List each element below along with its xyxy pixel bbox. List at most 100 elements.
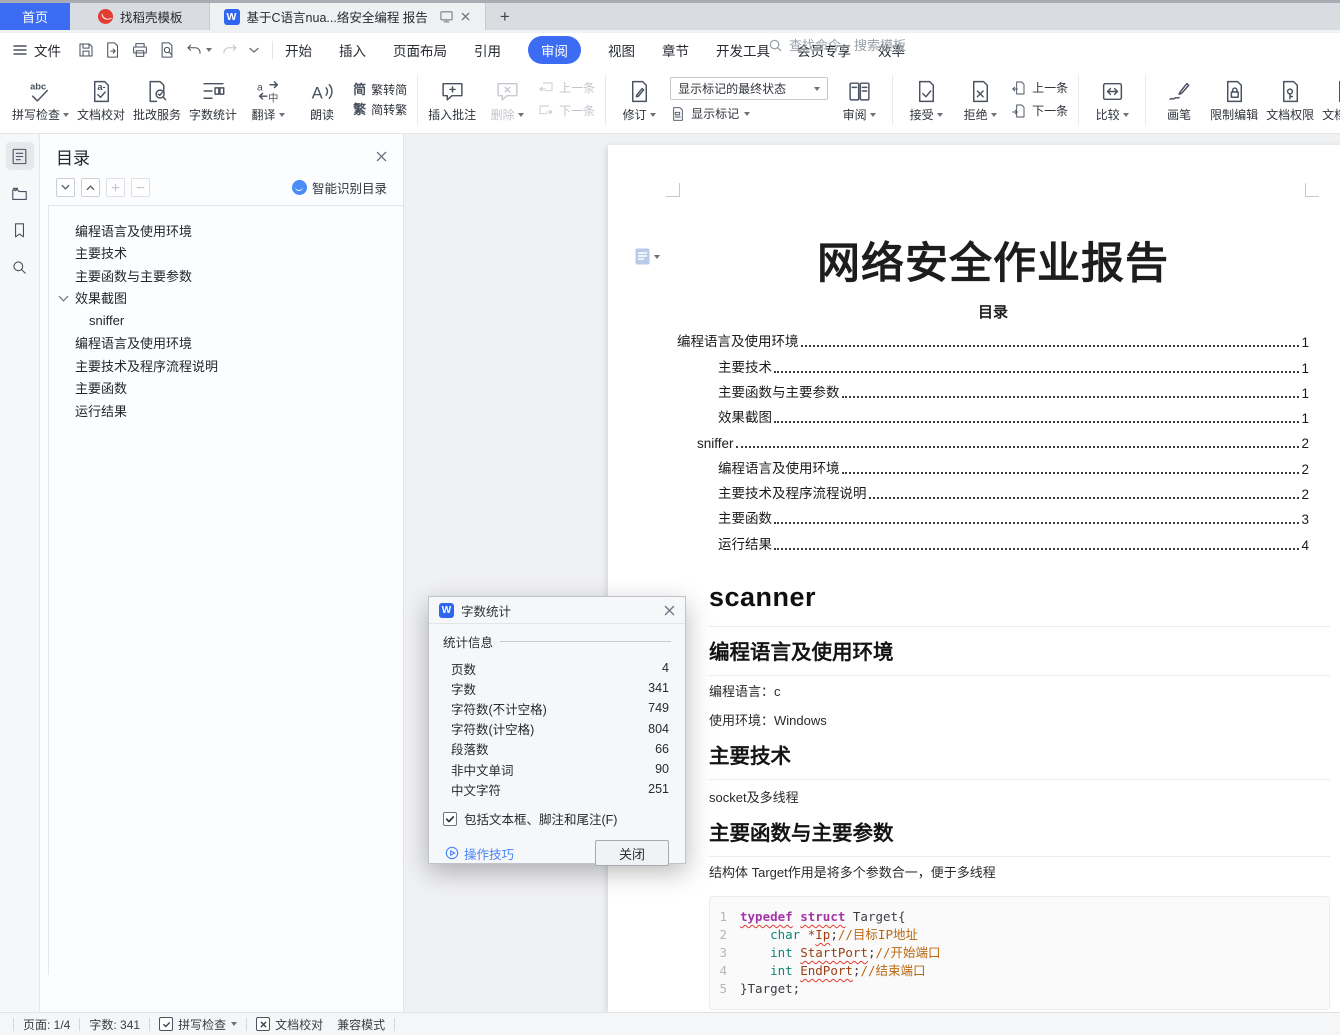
tab-docer-templates[interactable]: 找稻壳模板 (84, 3, 197, 30)
ink-brush-button[interactable]: 画笔 (1152, 71, 1206, 129)
read-aloud-button[interactable]: A 朗读 (295, 71, 349, 129)
include-textboxes-checkbox[interactable]: 包括文本框、脚注和尾注(F) (443, 809, 671, 828)
collapse-arrow-icon[interactable] (58, 291, 69, 301)
doc-toc-entry[interactable]: sniffer 2 (677, 426, 1309, 451)
monitor-icon[interactable] (439, 9, 454, 24)
doc-toc-entry[interactable]: 主要技术及程序流程说明 2 (677, 477, 1309, 502)
prev-comment-button[interactable]: 上一条 (538, 80, 595, 96)
new-tab-button[interactable]: + (492, 3, 518, 30)
search-input[interactable] (789, 38, 979, 53)
doc-proofread-toggle[interactable]: 文档校对 (256, 1016, 323, 1033)
toc-panel-item[interactable]: 主要技术 (49, 242, 403, 265)
menu-tab-插入[interactable]: 插入 (339, 40, 366, 60)
redo-button[interactable] (221, 41, 239, 59)
toc-panel-item[interactable]: 主要函数与主要参数 (49, 264, 403, 287)
doc-toc-entry[interactable]: 主要函数与主要参数 1 (677, 376, 1309, 401)
tips-link[interactable]: 操作技巧 (445, 844, 514, 863)
divider (605, 74, 607, 125)
sidebar-item-bookmarks[interactable] (6, 216, 34, 244)
doc-toc-entry[interactable]: 运行结果 4 (677, 527, 1309, 553)
menu-tab-视图[interactable]: 视图 (608, 40, 635, 60)
reject-change-button[interactable]: 拒绝 (953, 71, 1007, 129)
spell-check-toggle[interactable]: 拼写检查 (159, 1016, 238, 1033)
word-count-button[interactable]: 字数统计 (185, 71, 241, 129)
accept-change-button[interactable]: 接受 (899, 71, 953, 129)
zoom-out-level-button[interactable] (131, 178, 150, 197)
doc-certify-button[interactable]: 文档认证 (1318, 71, 1340, 129)
close-dialog-icon[interactable] (664, 605, 675, 616)
more-commands-icon[interactable] (248, 41, 260, 59)
collapse-all-button[interactable] (81, 178, 100, 197)
menu-tab-审阅[interactable]: 审阅 (528, 35, 581, 64)
doc-toc-entry[interactable]: 编程语言及使用环境 2 (677, 451, 1309, 477)
divider (1078, 74, 1080, 125)
doc-permissions-button[interactable]: 文档权限 (1262, 71, 1318, 129)
menu-tab-开始[interactable]: 开始 (285, 40, 312, 60)
toc-panel-item[interactable]: 编程语言及使用环境 (49, 219, 403, 242)
expand-all-button[interactable] (56, 178, 75, 197)
markup-state-combobox[interactable]: 显示标记的最终状态 (670, 77, 829, 100)
prev-change-button[interactable]: 上一条 (1011, 80, 1068, 96)
track-changes-icon (631, 80, 647, 102)
word-count-indicator[interactable]: 字数: 341 (89, 1016, 140, 1033)
export-icon[interactable] (104, 41, 122, 59)
menu-tab-页面布局[interactable]: 页面布局 (393, 40, 447, 60)
undo-button[interactable] (185, 41, 212, 59)
doc-toc-entry[interactable]: 效果截图 1 (677, 401, 1309, 426)
delete-comment-button[interactable]: 删除 (480, 71, 534, 129)
dropdown-caret (63, 112, 70, 117)
doc-paragraph: 编程语言：c (709, 684, 781, 699)
trad-to-simp-button[interactable]: 简繁转简 (353, 83, 407, 96)
print-icon[interactable] (131, 41, 149, 59)
grading-service-button[interactable]: 批改服务 (129, 71, 185, 129)
save-icon[interactable] (77, 41, 95, 59)
dropdown-caret (814, 86, 821, 91)
review-pane-button[interactable]: 审阅 (832, 71, 886, 129)
spell-check-button[interactable]: abc 拼写检查 (8, 71, 73, 129)
sidebar-item-contents[interactable] (5, 142, 34, 170)
tab-home[interactable]: 首页 (0, 3, 70, 30)
print-preview-icon[interactable] (158, 41, 176, 59)
file-menu-button[interactable]: 文件 (12, 40, 61, 60)
close-tab-icon[interactable] (460, 11, 471, 22)
margin-toc-button[interactable] (635, 248, 660, 265)
show-markup-button[interactable]: 显示标记 (670, 106, 828, 122)
restrict-editing-button[interactable]: 限制编辑 (1206, 71, 1262, 129)
insert-comment-button[interactable]: 插入批注 (424, 71, 480, 129)
tab-document[interactable]: W 基于C语言nua...络安全编程 报告 (208, 3, 486, 30)
doc-proofread-button[interactable]: a- 文档校对 (73, 71, 129, 129)
dropdown-caret (278, 112, 285, 117)
sidebar-item-search[interactable] (6, 253, 34, 281)
doc-toc-entry[interactable]: 主要技术 1 (677, 350, 1309, 376)
compare-button[interactable]: 比较 (1085, 71, 1139, 129)
dialog-title-bar[interactable]: W 字数统计 (429, 597, 685, 624)
checkbox-checked-icon (443, 811, 457, 826)
close-button[interactable]: 关闭 (595, 840, 669, 867)
simp-to-trad-button[interactable]: 繁简转繁 (353, 103, 407, 116)
toc-panel-item[interactable]: 编程语言及使用环境 (49, 332, 403, 355)
toc-panel-item[interactable]: sniffer (49, 309, 403, 332)
command-search[interactable] (768, 38, 993, 53)
dropdown-caret (936, 112, 943, 117)
doc-toc-entry[interactable]: 主要函数 3 (677, 502, 1309, 527)
next-change-button[interactable]: 下一条 (1011, 103, 1068, 119)
zoom-in-level-button[interactable] (106, 178, 125, 197)
divider (79, 1017, 81, 1031)
sidebar-item-comments[interactable] (6, 179, 34, 207)
toc-panel-item[interactable]: 主要技术及程序流程说明 (49, 354, 403, 377)
translate-button[interactable]: a中 翻译 (241, 71, 295, 129)
toc-panel-item[interactable]: 运行结果 (49, 399, 403, 422)
menu-tab-引用[interactable]: 引用 (474, 40, 501, 60)
folder-flag-icon (12, 187, 27, 200)
next-comment-button[interactable]: 下一条 (538, 103, 595, 119)
toc-panel-item[interactable]: 效果截图 (49, 287, 403, 310)
divider (149, 1017, 151, 1031)
menu-tab-章节[interactable]: 章节 (662, 40, 689, 60)
close-panel-icon[interactable] (376, 151, 387, 162)
smart-recognize-button[interactable]: 智能识别目录 (291, 178, 387, 197)
toc-panel-title: 目录 (56, 149, 90, 168)
menu-tab-开发工具[interactable]: 开发工具 (716, 40, 770, 60)
track-changes-button[interactable]: 修订 (612, 71, 666, 129)
toc-panel-item[interactable]: 主要函数 (49, 377, 403, 400)
doc-toc-entry[interactable]: 编程语言及使用环境 1 (677, 325, 1309, 350)
